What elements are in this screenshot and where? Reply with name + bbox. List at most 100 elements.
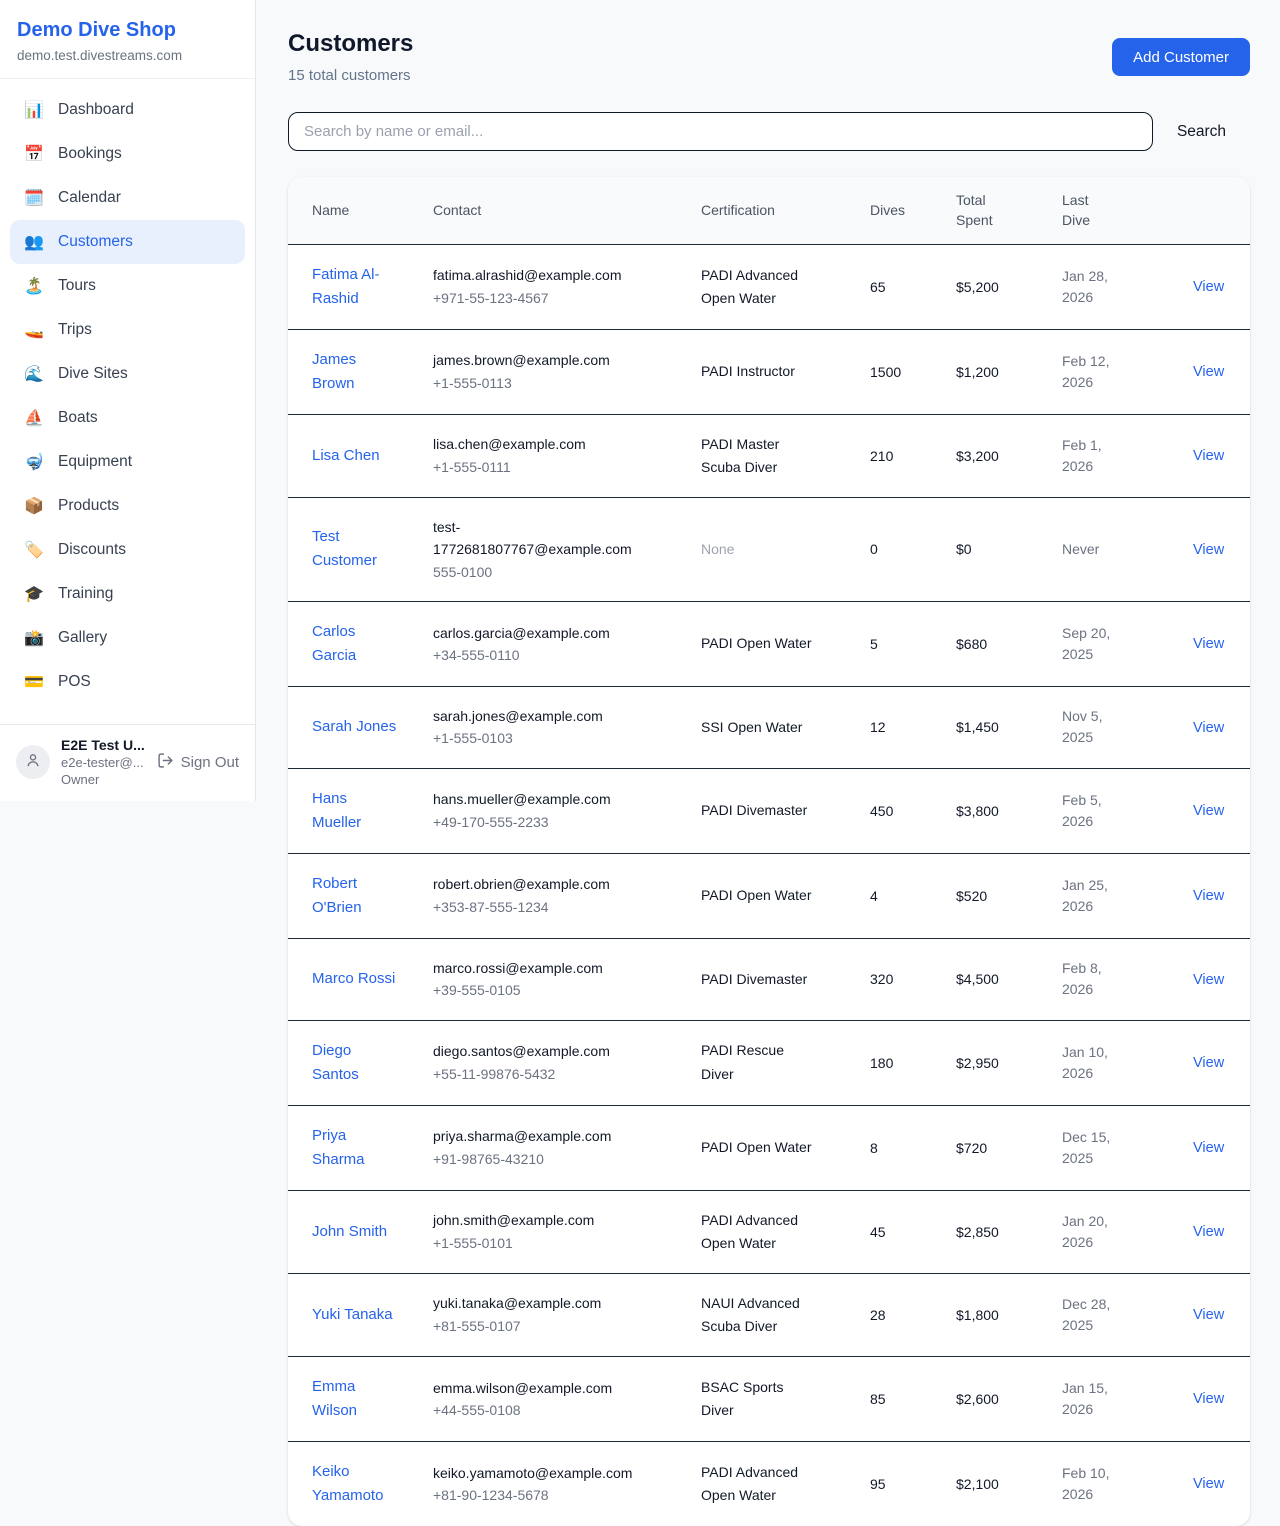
view-link[interactable]: View (1193, 972, 1224, 988)
customer-email: test-1772681807767@example.com (433, 516, 645, 561)
sign-out-button[interactable]: Sign Out (157, 752, 239, 773)
view-link[interactable]: View (1193, 1140, 1224, 1156)
sidebar-item-label: Customers (58, 233, 133, 251)
customer-name-link[interactable]: Emma Wilson (312, 1375, 400, 1423)
view-link[interactable]: View (1193, 1476, 1224, 1492)
bar-chart-icon: 📊 (23, 100, 45, 120)
view-link[interactable]: View (1193, 888, 1224, 904)
view-link[interactable]: View (1193, 1224, 1224, 1240)
view-link[interactable]: View (1193, 1307, 1224, 1323)
customer-total-spent: $1,200 (956, 329, 1062, 414)
customer-total-spent: $3,800 (956, 768, 1062, 853)
customer-phone: +44-555-0108 (433, 1399, 685, 1421)
customer-phone: +1-555-0101 (433, 1232, 685, 1254)
sidebar-item-label: Training (58, 585, 113, 603)
view-link[interactable]: View (1193, 1391, 1224, 1407)
customer-dives: 180 (870, 1020, 956, 1105)
user-info: E2E Test U... e2e-tester@... Owner (61, 737, 146, 787)
customer-certification: PADI Open Water (701, 884, 811, 907)
customer-last-dive: Feb 12, 2026 (1062, 351, 1126, 393)
speedboat-icon: 🚤 (23, 320, 45, 340)
customer-name-link[interactable]: Hans Mueller (312, 787, 400, 835)
view-link[interactable]: View (1193, 364, 1224, 380)
sidebar-item-dashboard[interactable]: 📊Dashboard (10, 88, 245, 132)
sidebar-item-label: Products (58, 497, 119, 515)
customer-email: robert.obrien@example.com (433, 873, 645, 895)
sign-out-label: Sign Out (181, 754, 239, 771)
column-header-contact: Contact (433, 177, 701, 244)
customer-name-link[interactable]: Sarah Jones (312, 715, 396, 739)
customer-name-link[interactable]: Carlos Garcia (312, 620, 400, 668)
sidebar-item-pos[interactable]: 💳POS (10, 660, 245, 704)
sidebar-item-equipment[interactable]: 🤿Equipment (10, 440, 245, 484)
sidebar-item-customers[interactable]: 👥 Customers (10, 220, 245, 264)
view-link[interactable]: View (1193, 803, 1224, 819)
customer-row: Hans Muellerhans.mueller@example.com+49-… (288, 768, 1250, 853)
customer-phone: +91-98765-43210 (433, 1148, 685, 1170)
view-link[interactable]: View (1193, 279, 1224, 295)
view-link[interactable]: View (1193, 636, 1224, 652)
view-link[interactable]: View (1193, 1055, 1224, 1071)
customer-row: Yuki Tanakayuki.tanaka@example.com+81-55… (288, 1273, 1250, 1356)
sidebar-item-calendar[interactable]: 🗓️Calendar (10, 176, 245, 220)
sidebar-item-bookings[interactable]: 📅Bookings (10, 132, 245, 176)
customer-total-spent: $520 (956, 853, 1062, 938)
sidebar-item-boats[interactable]: ⛵Boats (10, 396, 245, 440)
customer-dives: 210 (870, 414, 956, 497)
sidebar-item-training[interactable]: 🎓Training (10, 572, 245, 616)
sidebar-item-label: Dive Sites (58, 365, 128, 383)
view-link[interactable]: View (1193, 720, 1224, 736)
search-input[interactable] (288, 112, 1153, 151)
customer-dives: 95 (870, 1441, 956, 1526)
customer-certification: SSI Open Water (701, 716, 802, 739)
customer-total-spent: $4,500 (956, 938, 1062, 1020)
sidebar: Demo Dive Shop demo.test.divestreams.com… (0, 0, 256, 801)
sidebar-item-dive-sites[interactable]: 🌊Dive Sites (10, 352, 245, 396)
customer-email: sarah.jones@example.com (433, 705, 645, 727)
customer-email: emma.wilson@example.com (433, 1377, 645, 1399)
customer-total-spent: $2,100 (956, 1441, 1062, 1526)
page-header: Customers 15 total customers Add Custome… (288, 30, 1250, 84)
customer-name-link[interactable]: Diego Santos (312, 1039, 400, 1087)
sidebar-nav: 📊Dashboard📅Bookings🗓️Calendar 👥 Customers 🏝… (0, 79, 255, 724)
search-button[interactable]: Search (1153, 123, 1250, 141)
customer-name-link[interactable]: Marco Rossi (312, 967, 395, 991)
column-header-spent: Total Spent (956, 177, 1062, 244)
label-icon: 🏷️ (23, 540, 45, 560)
customer-certification: PADI Open Water (701, 632, 811, 655)
view-link[interactable]: View (1193, 542, 1224, 558)
sailboat-icon: ⛵ (23, 408, 45, 428)
customer-row: Lisa Chenlisa.chen@example.com+1-555-011… (288, 414, 1250, 497)
customer-row: Sarah Jonessarah.jones@example.com+1-555… (288, 686, 1250, 768)
customer-name-link[interactable]: Test Customer (312, 525, 400, 573)
camera-icon: 📸 (23, 628, 45, 648)
customer-dives: 0 (870, 497, 956, 601)
customer-name-link[interactable]: James Brown (312, 348, 400, 396)
spiral-calendar-icon: 🗓️ (23, 188, 45, 208)
customer-name-link[interactable]: Yuki Tanaka (312, 1303, 393, 1327)
sidebar-item-tours[interactable]: 🏝️Tours (10, 264, 245, 308)
sidebar-item-discounts[interactable]: 🏷️Discounts (10, 528, 245, 572)
people-icon: 👥 (23, 232, 45, 252)
sidebar-item-gallery[interactable]: 📸Gallery (10, 616, 245, 660)
customer-name-link[interactable]: Keiko Yamamoto (312, 1460, 400, 1508)
customer-name-link[interactable]: Fatima Al-Rashid (312, 263, 400, 311)
add-customer-button[interactable]: Add Customer (1112, 38, 1250, 76)
sidebar-item-products[interactable]: 📦Products (10, 484, 245, 528)
customer-name-link[interactable]: John Smith (312, 1220, 387, 1244)
customer-name-link[interactable]: Priya Sharma (312, 1124, 400, 1172)
customer-name-link[interactable]: Robert O'Brien (312, 872, 400, 920)
customer-row: Fatima Al-Rashidfatima.alrashid@example.… (288, 244, 1250, 329)
customer-total-spent: $2,950 (956, 1020, 1062, 1105)
customer-name-link[interactable]: Lisa Chen (312, 444, 380, 468)
shop-name: Demo Dive Shop (17, 18, 239, 42)
customer-certification: PADI Rescue Diver (701, 1039, 815, 1085)
customer-count: 15 total customers (288, 67, 413, 84)
column-header-last: Last Dive (1062, 177, 1160, 244)
user-name: E2E Test U... (61, 737, 146, 753)
shop-domain: demo.test.divestreams.com (17, 48, 239, 63)
customer-dives: 65 (870, 244, 956, 329)
view-link[interactable]: View (1193, 448, 1224, 464)
sidebar-item-trips[interactable]: 🚤Trips (10, 308, 245, 352)
customer-phone: +1-555-0113 (433, 372, 685, 394)
